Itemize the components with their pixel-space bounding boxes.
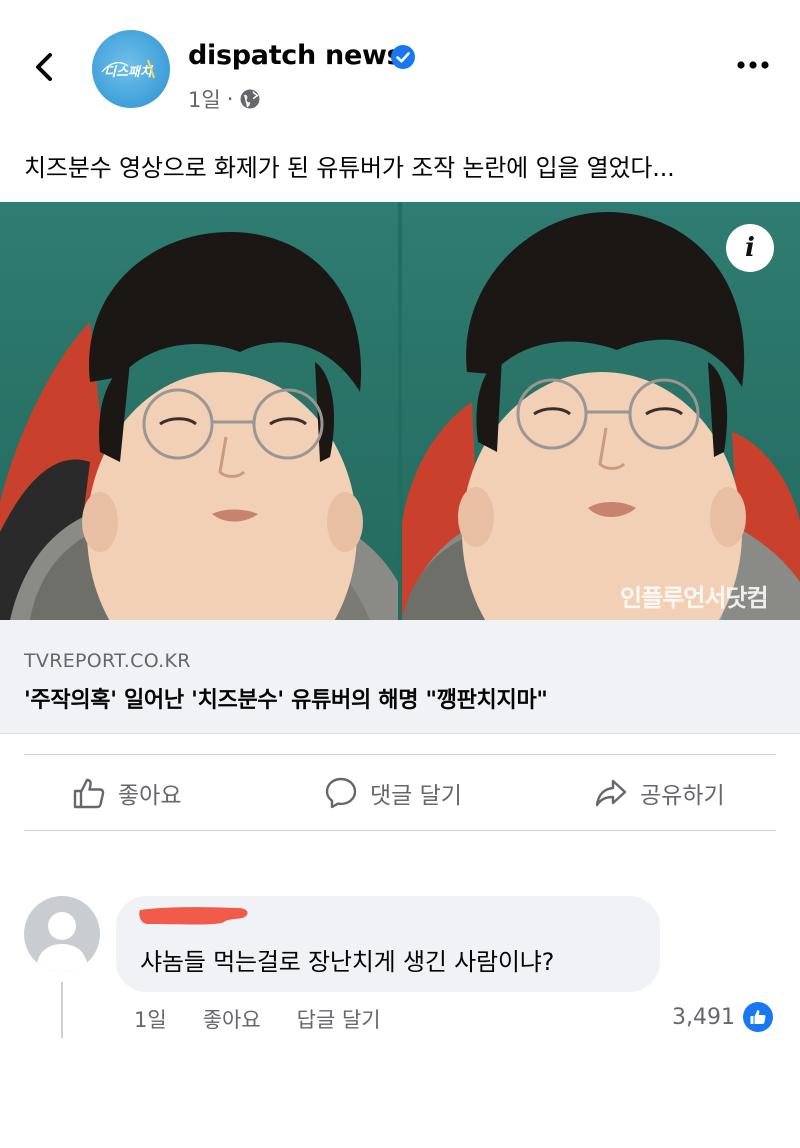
meta-separator: · (226, 87, 234, 111)
more-options-icon[interactable] (736, 60, 770, 70)
globe-icon (240, 89, 260, 109)
post-text: 치즈분수 영상으로 화제가 된 유튜버가 조작 논란에 입을 열었다... (24, 154, 675, 182)
like-reaction-icon (742, 1002, 773, 1032)
comment-reply-link[interactable]: 답글 달기 (297, 1004, 381, 1034)
redacted-commenter-name (139, 907, 248, 925)
post-meta: 1일 · (188, 84, 261, 114)
thumbs-up-icon (73, 778, 105, 809)
comment-like-link[interactable]: 좋아요 (203, 1004, 261, 1034)
comment-time[interactable]: 1일 (134, 1004, 167, 1034)
reply-thread-line (61, 982, 63, 1038)
share-label: 공유하기 (640, 783, 725, 809)
comment-text: 샤놈들 먹는걸로 장난치게 생긴 사람이냐? (140, 948, 555, 976)
post-image[interactable] (0, 202, 800, 620)
comment-icon (325, 777, 357, 809)
actions-divider-top (24, 754, 776, 755)
back-arrow-icon[interactable] (30, 52, 60, 82)
comment-meta: 1일 좋아요 답글 달기 (134, 1004, 381, 1034)
image-frame-left (0, 202, 398, 620)
person-photo-left (0, 232, 398, 620)
comment-button[interactable]: 댓글 달기 (324, 776, 462, 810)
info-icon[interactable]: i (726, 224, 774, 272)
verified-badge-icon (391, 45, 415, 69)
share-icon (595, 779, 627, 807)
share-button[interactable]: 공유하기 (594, 776, 725, 810)
image-watermark: 인플루언서닷컴 (620, 584, 769, 612)
page-avatar[interactable]: 디스패치 (92, 30, 170, 108)
avatar-logo-text: 디스패치 (104, 64, 154, 80)
link-preview[interactable]: TVREPORT.CO.KR '주작의혹' 일어난 '치즈분수' 유튜버의 해명… (0, 620, 800, 734)
link-title: '주작의혹' 일어난 '치즈분수' 유튜버의 해명 "깽판치지마" (24, 688, 548, 713)
comment-bubble: 샤놈들 먹는걸로 장난치게 생긴 사람이냐? (116, 896, 660, 992)
default-profile-icon (36, 912, 88, 972)
action-bar: 좋아요 댓글 달기 공유하기 (0, 760, 800, 830)
reaction-count: 3,491 (672, 1004, 735, 1030)
commenter-avatar[interactable] (24, 896, 100, 972)
post-header: 디스패치 dispatch news 1일 · (0, 22, 800, 122)
dispatch-logo: 디스패치 (101, 59, 155, 80)
like-label: 좋아요 (118, 783, 182, 809)
actions-divider-bottom (24, 830, 776, 831)
comment-reactions[interactable]: 3,491 (672, 1002, 773, 1032)
like-button[interactable]: 좋아요 (72, 776, 181, 810)
link-domain: TVREPORT.CO.KR (24, 650, 191, 672)
comment-label: 댓글 달기 (370, 783, 462, 809)
post-time[interactable]: 1일 (188, 84, 221, 114)
page-name[interactable]: dispatch news (188, 40, 403, 71)
